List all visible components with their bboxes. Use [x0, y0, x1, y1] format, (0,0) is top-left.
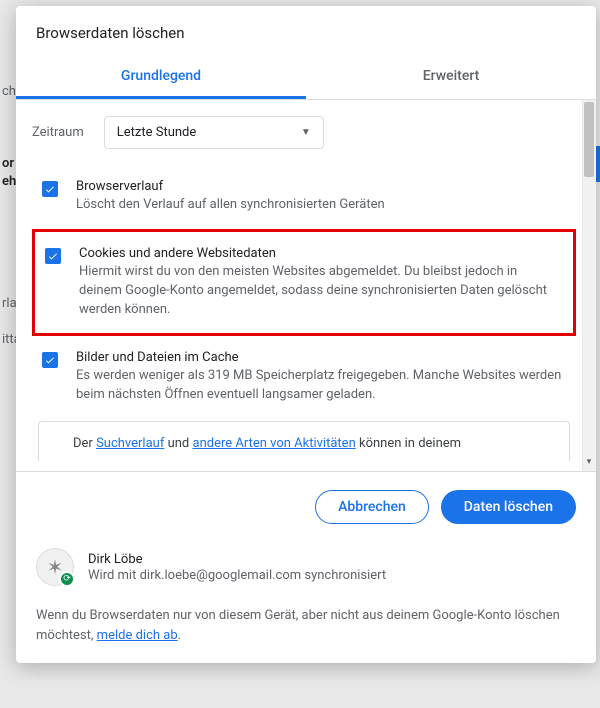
account-name: Dirk Löbe — [88, 552, 386, 567]
button-row: Abbrechen Daten löschen — [36, 490, 576, 524]
info-text-post: können in deinem — [356, 436, 461, 451]
timerange-select[interactable]: Letzte Stunde ▼ — [104, 116, 324, 149]
footnote-post: . — [178, 628, 181, 643]
info-box: Der Suchverlauf und andere Arten von Akt… — [38, 421, 570, 461]
option-cache-desc: Es werden weniger als 319 MB Speicherpla… — [76, 367, 566, 405]
option-history-title: Browserverlauf — [76, 179, 566, 194]
check-icon — [44, 354, 56, 366]
option-cookies: Cookies und andere Websitedaten Hiermit … — [32, 229, 576, 337]
timerange-row: Zeitraum Letzte Stunde ▼ — [32, 116, 576, 149]
confirm-button[interactable]: Daten löschen — [441, 490, 576, 524]
timerange-value: Letzte Stunde — [117, 125, 197, 140]
bg-text: ch — [2, 84, 16, 99]
option-history-desc: Löscht den Verlauf auf allen synchronisi… — [76, 196, 566, 215]
info-text-pre: Der — [73, 436, 96, 451]
footnote: Wenn du Browserdaten nur von diesem Gerä… — [36, 606, 576, 645]
info-text-mid: und — [164, 436, 192, 451]
bg-text: rla — [2, 296, 17, 311]
account-sync-text: Wird mit dirk.loebe@googlemail.com synch… — [88, 568, 386, 583]
sign-out-link[interactable]: melde dich ab — [97, 628, 178, 643]
option-cookies-desc: Hiermit wirst du von den meisten Website… — [79, 263, 563, 320]
bg-text: or — [2, 156, 14, 171]
option-history: Browserverlauf Löscht den Verlauf auf al… — [32, 169, 576, 225]
checkbox-cookies[interactable] — [45, 248, 61, 264]
tab-basic[interactable]: Grundlegend — [16, 56, 306, 99]
clear-data-dialog: Browserdaten löschen Grundlegend Erweite… — [16, 6, 596, 663]
option-cookies-title: Cookies und andere Websitedaten — [79, 246, 563, 261]
tabs: Grundlegend Erweitert — [16, 56, 596, 100]
tab-advanced[interactable]: Erweitert — [306, 56, 596, 99]
option-cache-title: Bilder und Dateien im Cache — [76, 350, 566, 365]
dialog-content: ▾ Zeitraum Letzte Stunde ▼ Browserverlau… — [16, 100, 596, 471]
chevron-down-icon: ▼ — [301, 127, 311, 138]
checkbox-history[interactable] — [42, 181, 58, 197]
dialog-footer: Abbrechen Daten löschen ✶ ⟳ Dirk Löbe Wi… — [16, 471, 596, 663]
account-row: ✶ ⟳ Dirk Löbe Wird mit dirk.loebe@google… — [36, 548, 576, 586]
dialog-title: Browserdaten löschen — [16, 6, 596, 56]
check-icon — [44, 183, 56, 195]
bg-text: eh — [2, 174, 16, 189]
search-history-link[interactable]: Suchverlauf — [96, 436, 164, 451]
check-icon — [47, 250, 59, 262]
other-activities-link[interactable]: andere Arten von Aktivitäten — [193, 436, 356, 451]
sync-badge-icon: ⟳ — [59, 571, 75, 587]
option-cache: Bilder und Dateien im Cache Es werden we… — [32, 340, 576, 415]
cancel-button[interactable]: Abbrechen — [315, 490, 429, 524]
avatar: ✶ ⟳ — [36, 548, 74, 586]
timerange-label: Zeitraum — [32, 125, 84, 140]
checkbox-cache[interactable] — [42, 352, 58, 368]
